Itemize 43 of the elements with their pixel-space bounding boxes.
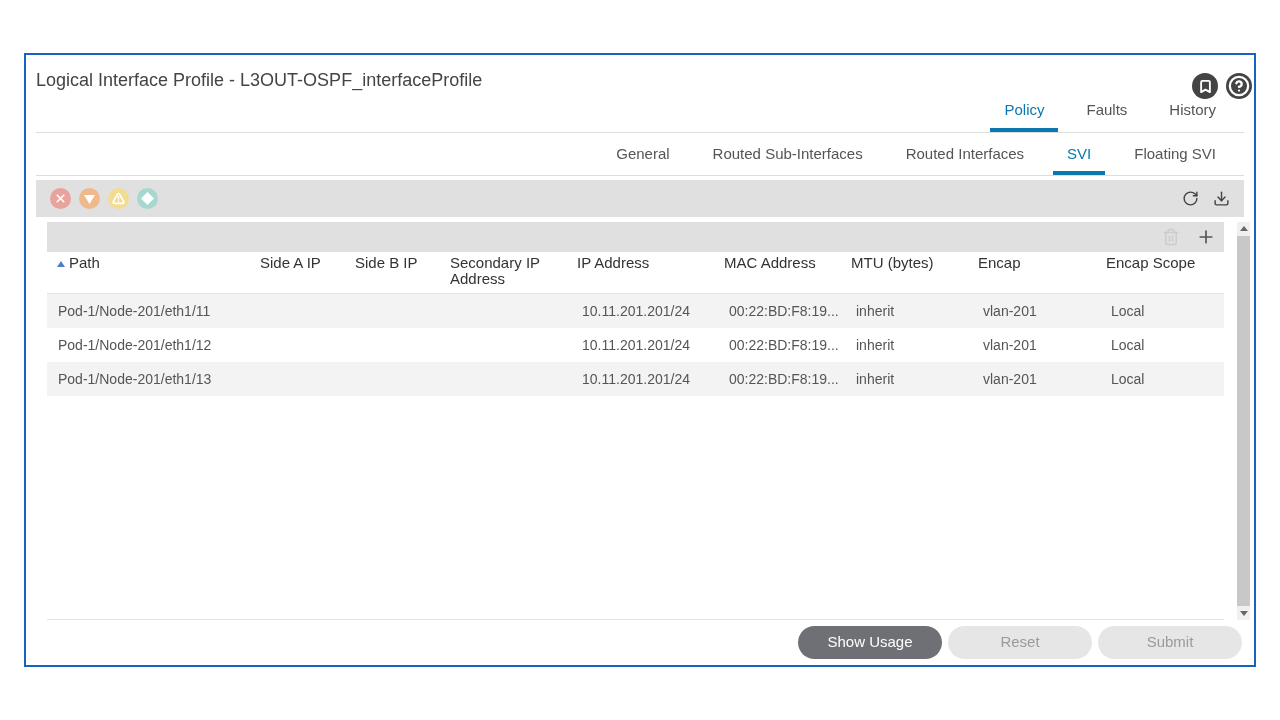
tab[interactable]: History [1155,99,1230,132]
table-cell: Local [1111,303,1145,319]
table-cell: vlan-201 [983,337,1037,353]
tab[interactable]: Floating SVI [1120,142,1230,175]
table-cell: inherit [856,303,895,319]
table-cell: inherit [856,371,895,387]
table-cell: Local [1111,337,1145,353]
tab[interactable]: SVI [1053,142,1106,175]
scrollbar[interactable] [1237,222,1250,620]
column-header[interactable]: MAC Address [724,255,816,271]
table-cell: vlan-201 [983,371,1037,387]
column-header[interactable]: IP Address [577,255,650,271]
table-cell: 10.11.201.201/24 [582,303,690,319]
table-cell: 00:22:BD:F8:19... [729,337,839,353]
table-cell: vlan-201 [983,303,1037,319]
tab[interactable]: Policy [990,99,1059,132]
table-cell: 10.11.201.201/24 [582,337,690,353]
tab[interactable]: Routed Sub-Interfaces [698,142,877,175]
column-header[interactable]: Side B IP [355,255,418,271]
help-icon[interactable] [1226,73,1252,99]
tab[interactable]: General [602,142,684,175]
column-header[interactable]: Side A IP [260,255,321,271]
column-header[interactable]: Secondary IP Address [450,255,567,287]
column-header[interactable]: Encap Scope [1106,255,1196,271]
column-header[interactable]: MTU (bytes) [851,255,934,271]
table-cell: inherit [856,337,895,353]
action-button[interactable]: Show Usage [798,626,942,659]
table-cell: 00:22:BD:F8:19... [729,303,839,319]
error-icon[interactable] [50,188,71,209]
download-icon[interactable] [1213,190,1230,207]
tab[interactable]: Routed Interfaces [891,142,1039,175]
window-title: Logical Interface Profile - L3OUT-OSPF_interfaceProfile [36,69,483,93]
table-cell: Pod-1/Node-201/eth1/11 [58,303,211,319]
table-cell: Local [1111,371,1145,387]
tab[interactable]: Faults [1072,99,1142,132]
refresh-icon[interactable] [1182,190,1199,207]
table-cell: Pod-1/Node-201/eth1/13 [58,371,212,387]
table-cell: Pod-1/Node-201/eth1/12 [58,337,212,353]
column-header[interactable]: Encap [978,255,1021,271]
table-cell: 00:22:BD:F8:19... [729,371,839,387]
table-cell: 10.11.201.201/24 [582,371,690,387]
column-header[interactable]: Path [69,255,100,271]
bookmark-icon[interactable] [1192,73,1218,99]
